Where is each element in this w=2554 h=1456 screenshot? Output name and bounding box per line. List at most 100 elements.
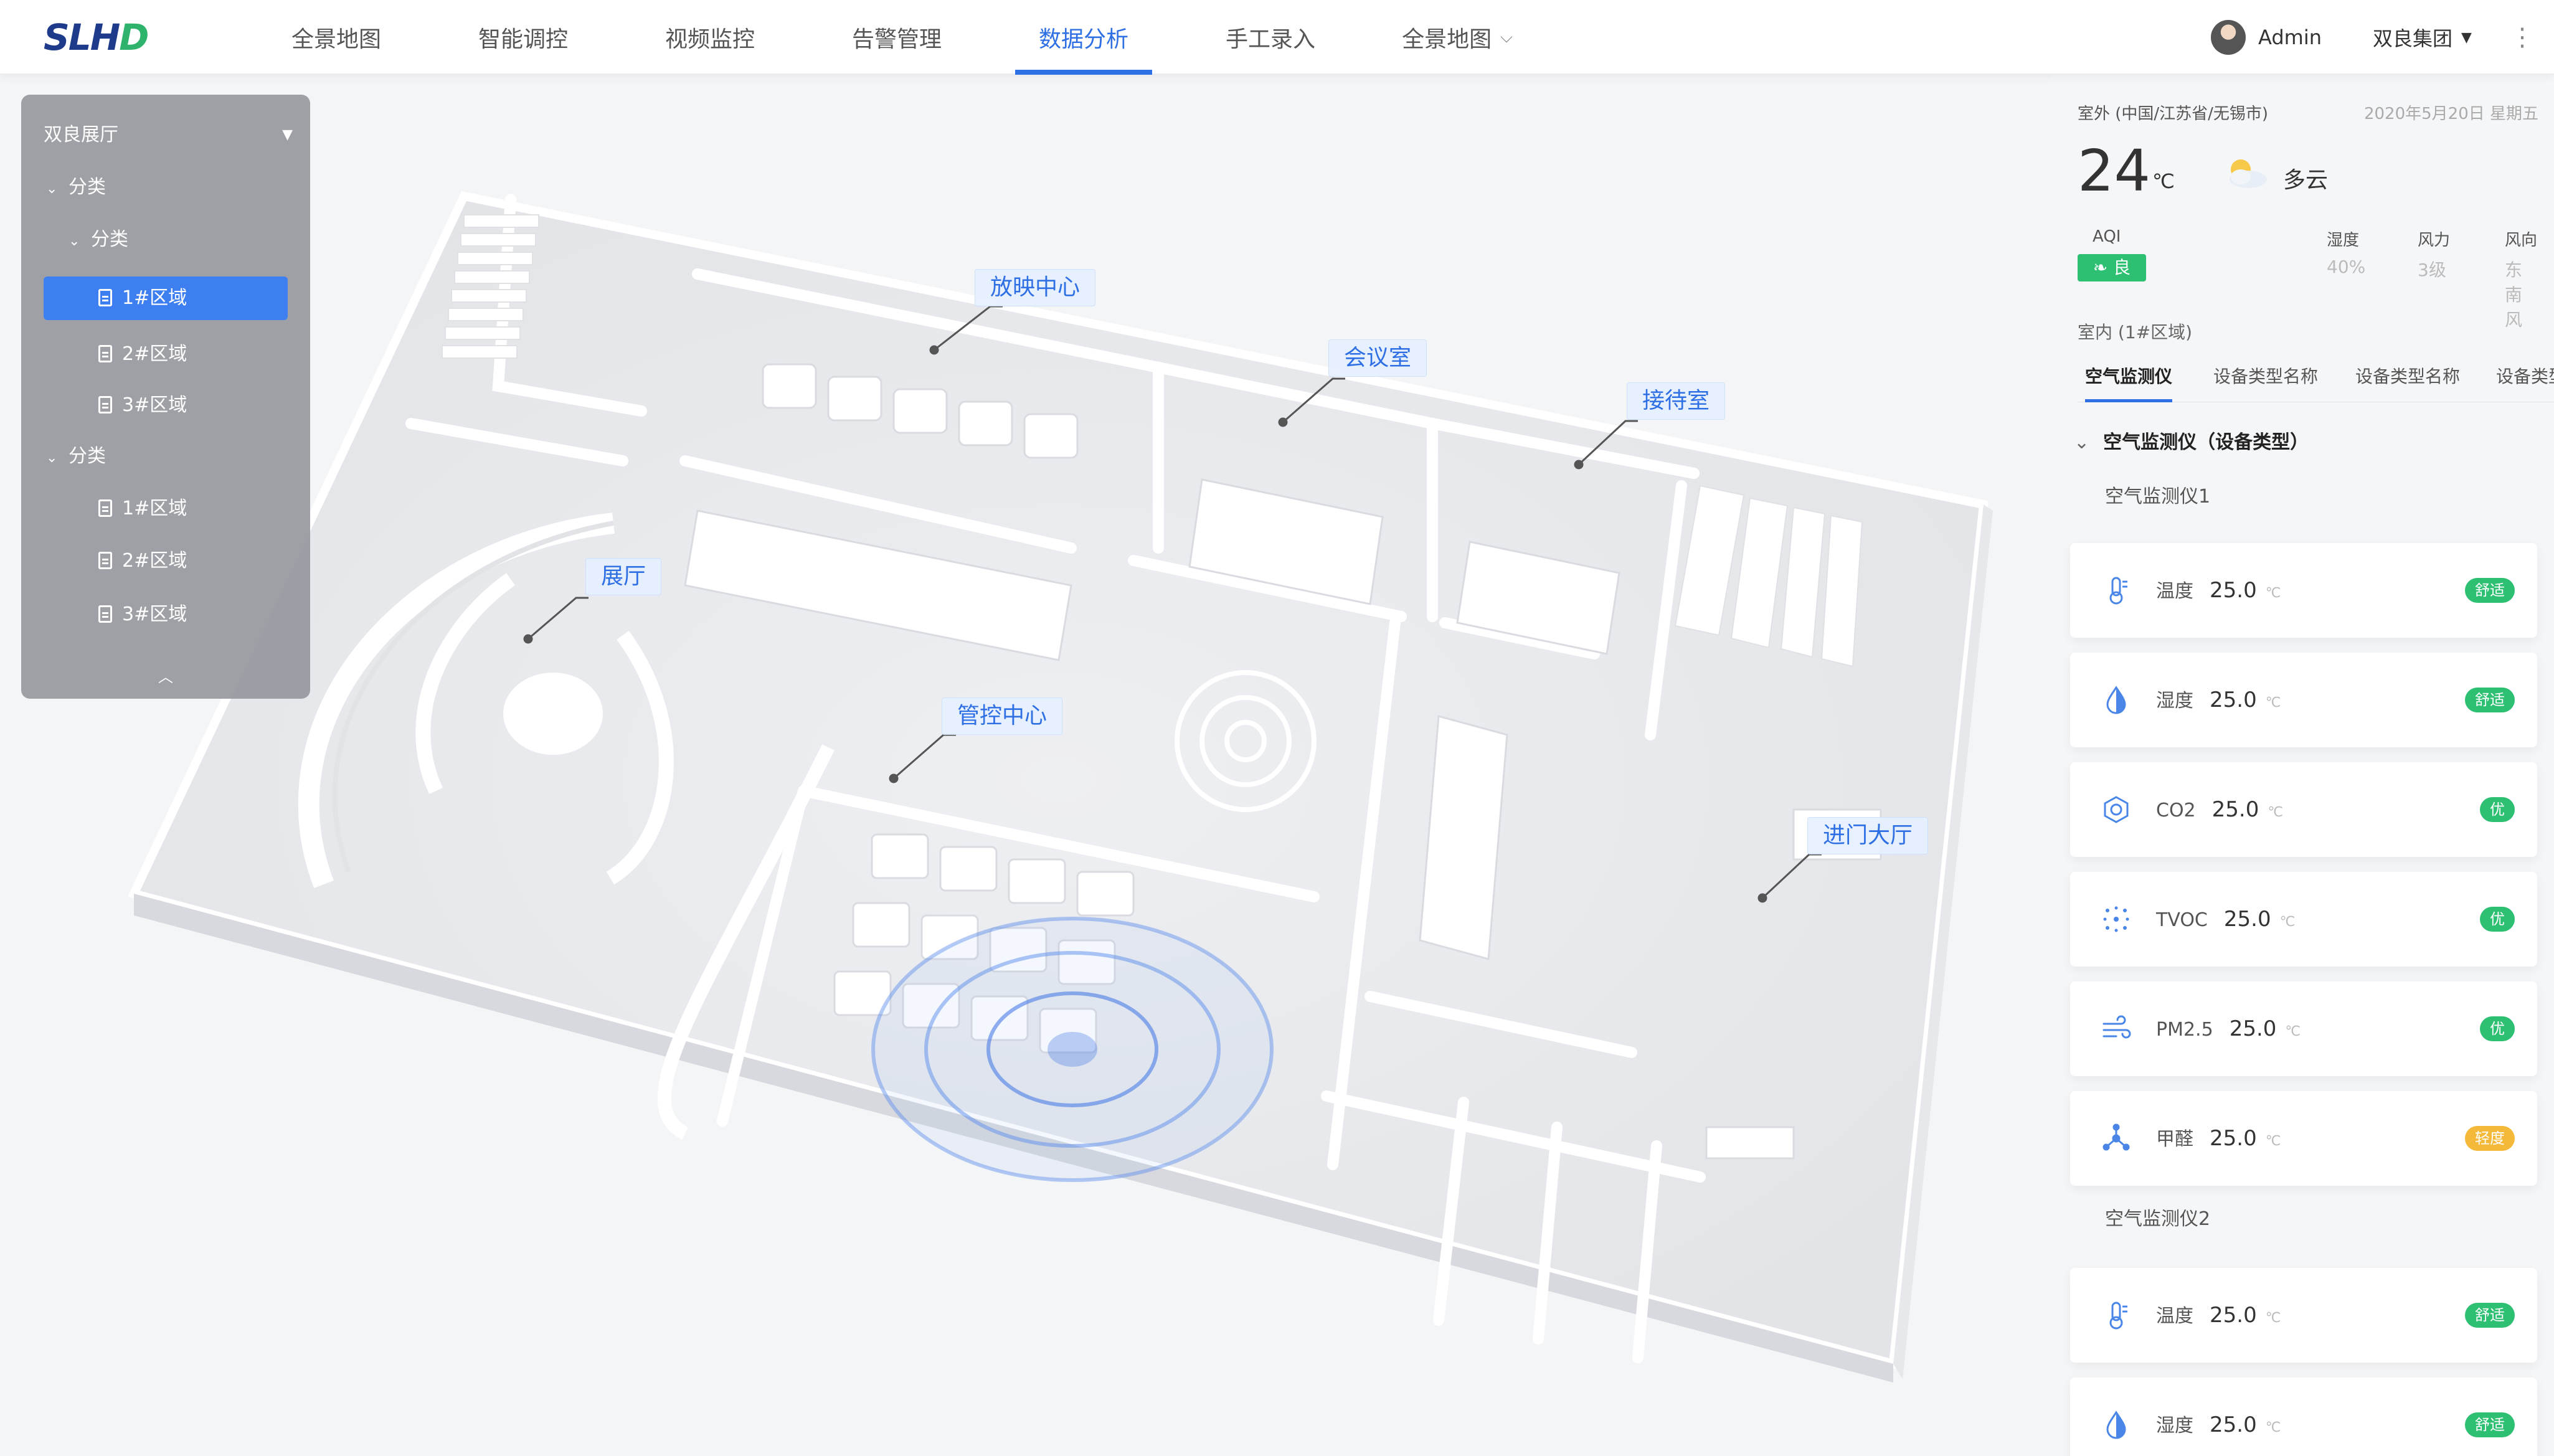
nav-item-smart-control[interactable]: 智能调控 [430, 0, 617, 75]
map-label-screening-center[interactable]: 放映中心 [975, 269, 1096, 306]
tvoc-icon [2100, 903, 2132, 935]
tree-node-label: 1#区域 [122, 287, 187, 309]
nav-item-video-monitor[interactable]: 视频监控 [617, 0, 803, 75]
device-name: 空气监测仪1 [2105, 486, 2211, 508]
aqi-badge: ❧ 良 [2078, 254, 2146, 281]
tree-node-area-1[interactable]: 1#区域 [44, 277, 288, 320]
tree-node-category[interactable]: ⌄ 分类 [46, 435, 295, 478]
tree-title: 双良展厅 [44, 124, 118, 146]
weather-description: 多云 [2283, 168, 2329, 193]
reading-unit: ℃ [2285, 1024, 2301, 1039]
area-tree-panel: 双良展厅 ▼ ⌄ 分类 ⌄ 分类 1#区域 2#区域 3#区域 ⌄ 分类 1#区域 2… [21, 95, 310, 699]
user-menu[interactable]: Admin [2211, 20, 2322, 55]
reading-unit: ℃ [2265, 585, 2281, 601]
reading-label: 湿度 [2156, 1415, 2193, 1437]
tree-title-select[interactable]: 双良展厅 ▼ [44, 120, 293, 151]
chevron-down-icon: ⌄ [69, 234, 80, 249]
tree-node-area-2[interactable]: 2#区域 [98, 539, 295, 583]
document-icon [98, 605, 112, 623]
logo-text: SLH [44, 16, 120, 59]
tree-node-area-3[interactable]: 3#区域 [98, 593, 295, 636]
main-nav: 全景地图 智能调控 视频监控 告警管理 数据分析 手工录入 全景地图 ⌵ [243, 0, 1551, 75]
nav-label: 视频监控 [665, 27, 755, 52]
thermometer-icon [2100, 1299, 2132, 1331]
map-label-meeting-room[interactable]: 会议室 [1328, 339, 1427, 377]
reading-card-humidity[interactable]: 湿度 25.0 ℃ 舒适 [2070, 1378, 2537, 1456]
reading-value: 25.0 [2229, 1016, 2277, 1041]
reading-unit: ℃ [2265, 1310, 2281, 1326]
chevron-down-icon: ⌄ [46, 181, 58, 197]
device-type-tabs: 空气监测仪 设备类型名称 设备类型名称 设备类型 [2078, 355, 2554, 402]
nav-item-data-analysis[interactable]: 数据分析 [990, 0, 1177, 75]
avatar[interactable] [2211, 20, 2246, 55]
wind-force-label: 风力 [2418, 231, 2451, 250]
tree-node-category[interactable]: ⌄ 分类 [69, 218, 295, 262]
reading-card-pm25[interactable]: PM2.5 25.0 ℃ 优 [2070, 981, 2537, 1076]
top-bar: SLHD 全景地图 智能调控 视频监控 告警管理 数据分析 手工录入 全景地图 ⌵… [0, 0, 2554, 75]
more-vertical-icon[interactable]: ⋮ [2510, 19, 2535, 56]
map-label-exhibition-hall[interactable]: 展厅 [585, 558, 662, 595]
device-group-header[interactable]: ⌄ 空气监测仪（设备类型） [2074, 427, 2309, 454]
nav-item-alarm-management[interactable]: 告警管理 [803, 0, 990, 75]
tab-device-type-3[interactable]: 设备类型名称 [2355, 355, 2460, 402]
partly-cloudy-icon [2221, 154, 2271, 192]
nav-label: 全景地图 [1402, 27, 1492, 52]
reading-value: 25.0 [2210, 1303, 2257, 1328]
reading-card-temperature[interactable]: 温度 25.0 ℃ 舒适 [2070, 1268, 2537, 1363]
chevron-down-icon: ⌄ [46, 450, 58, 466]
tree-node-area-2[interactable]: 2#区域 [98, 333, 295, 376]
leaf-icon: ❧ [2093, 257, 2114, 278]
status-badge: 舒适 [2465, 688, 2515, 712]
humidity-label: 湿度 [2327, 231, 2360, 250]
org-selector[interactable]: 双良集团 ▼ [2373, 19, 2472, 56]
wind-icon [2100, 1013, 2132, 1045]
device-name: 空气监测仪2 [2105, 1208, 2211, 1230]
reading-label: 甲醛 [2156, 1128, 2193, 1150]
nav-item-panorama-map[interactable]: 全景地图 [243, 0, 430, 75]
collapse-up-icon[interactable]: ︿ [21, 664, 310, 686]
caret-down-icon: ▼ [282, 127, 293, 143]
caret-down-icon: ▼ [2461, 29, 2472, 45]
map-label-control-center[interactable]: 管控中心 [942, 697, 1063, 735]
user-name: Admin [2258, 26, 2322, 49]
weather-temp-unit: ℃ [2152, 169, 2175, 193]
status-badge: 舒适 [2465, 1303, 2515, 1328]
status-badge: 舒适 [2465, 578, 2515, 603]
map-label-reception-room[interactable]: 接待室 [1627, 382, 1726, 420]
signal-ripple [871, 917, 1274, 1182]
thermometer-icon [2100, 574, 2132, 607]
reading-card-humidity[interactable]: 湿度 25.0 ℃ 舒适 [2070, 653, 2537, 747]
nav-label: 智能调控 [478, 27, 568, 52]
reading-value: 25.0 [2223, 907, 2271, 932]
nav-item-manual-entry[interactable]: 手工录入 [1177, 0, 1364, 75]
tab-air-monitor[interactable]: 空气监测仪 [2085, 355, 2173, 402]
reading-value: 25.0 [2210, 688, 2257, 712]
document-icon [98, 345, 112, 362]
logo-text-accent: D [119, 16, 149, 59]
tree-node-area-1[interactable]: 1#区域 [98, 487, 295, 531]
org-name: 双良集团 [2373, 27, 2453, 50]
reading-value: 25.0 [2210, 578, 2257, 603]
co2-icon [2100, 793, 2132, 826]
status-badge: 轻度 [2465, 1126, 2515, 1151]
water-drop-icon [2100, 684, 2132, 716]
wind-direction-value: 东南风 [2505, 260, 2523, 330]
tree-node-category[interactable]: ⌄ 分类 [46, 166, 295, 209]
reading-value: 25.0 [2211, 797, 2259, 822]
tab-device-type-2[interactable]: 设备类型名称 [2213, 355, 2318, 402]
aqi-label: AQI [2093, 227, 2121, 246]
map-label-entrance-hall[interactable]: 进门大厅 [1807, 817, 1929, 854]
reading-unit: ℃ [2265, 1133, 2281, 1149]
brand-logo[interactable]: SLHD [44, 17, 156, 57]
tab-device-type-4[interactable]: 设备类型 [2496, 355, 2554, 402]
tree-node-label: 分类 [69, 445, 106, 467]
nav-label: 数据分析 [1038, 27, 1128, 52]
reading-card-temperature[interactable]: 温度 25.0 ℃ 舒适 [2070, 543, 2537, 638]
tree-node-label: 2#区域 [122, 550, 187, 572]
nav-item-panorama-map-dropdown[interactable]: 全景地图 ⌵ [1364, 0, 1551, 75]
tree-node-area-3[interactable]: 3#区域 [98, 384, 295, 427]
reading-card-tvoc[interactable]: TVOC 25.0 ℃ 优 [2070, 872, 2537, 967]
reading-card-formaldehyde[interactable]: 甲醛 25.0 ℃ 轻度 [2070, 1091, 2537, 1186]
reading-card-co2[interactable]: CO2 25.0 ℃ 优 [2070, 762, 2537, 857]
weather-temperature: 24 [2078, 138, 2151, 204]
